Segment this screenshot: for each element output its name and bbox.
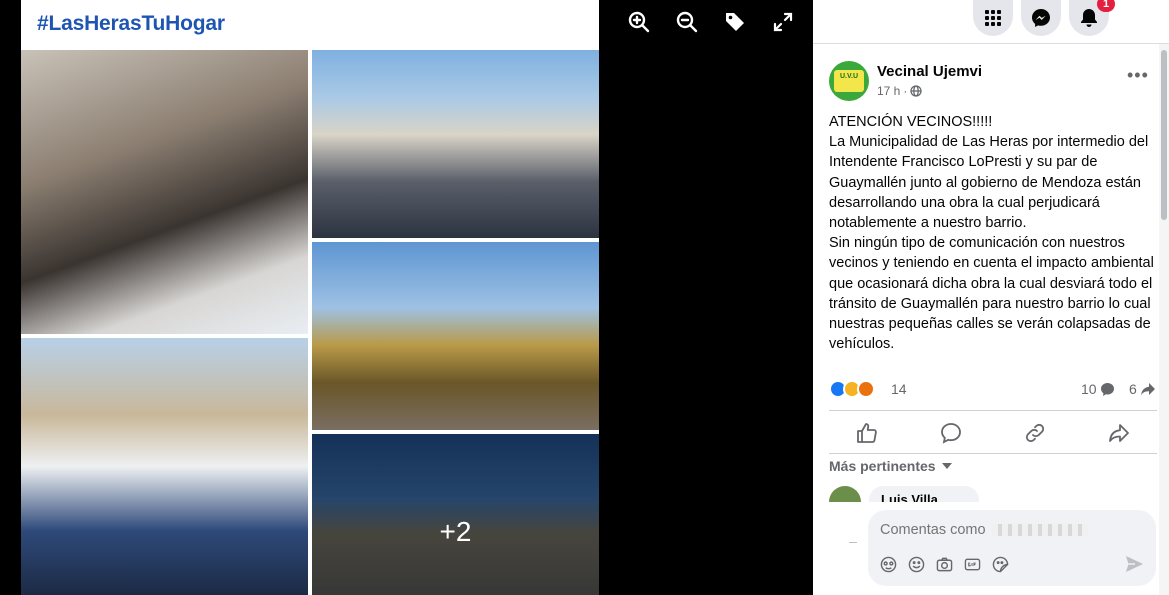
fullscreen-icon[interactable] bbox=[771, 10, 795, 34]
composer-tools bbox=[880, 556, 1009, 573]
photo-tile-backhoe-truck bbox=[312, 242, 599, 430]
avatar-sticker-icon[interactable] bbox=[880, 556, 897, 573]
meta-separator: · bbox=[903, 84, 908, 98]
copy-link-button[interactable] bbox=[1023, 421, 1047, 445]
messenger-icon bbox=[1032, 9, 1050, 27]
post-text: ATENCIÓN VECINOS!!!!! La Municipalidad d… bbox=[829, 114, 1154, 353]
composer-divider bbox=[849, 542, 857, 543]
camera-icon[interactable] bbox=[936, 556, 953, 573]
reactions-bar: 14 10 6 bbox=[829, 378, 1157, 400]
shares-count-value: 6 bbox=[1129, 381, 1137, 397]
commenter-avatar[interactable] bbox=[829, 486, 861, 502]
comment-bubble: Luis Villa bbox=[869, 486, 979, 502]
photo-tile-officials-walking bbox=[21, 338, 308, 595]
share-button[interactable] bbox=[1107, 421, 1131, 445]
comment-icon bbox=[941, 423, 961, 444]
more-photos-count: +2 bbox=[439, 516, 472, 547]
photo-tile-officials-plans bbox=[21, 50, 308, 334]
comment-bubble-icon bbox=[1100, 382, 1114, 396]
comments-count[interactable]: 10 bbox=[1081, 381, 1115, 397]
comments-sort-filter[interactable]: Más pertinentes bbox=[829, 458, 952, 474]
panel-scrollbar[interactable] bbox=[1159, 44, 1169, 595]
avatar-logo-text: U.V.U bbox=[839, 73, 859, 80]
post-author[interactable]: Vecinal Ujemvi bbox=[877, 63, 982, 80]
send-icon[interactable] bbox=[1124, 554, 1144, 574]
post-content: U.V.U Vecinal Ujemvi 17 h · ••• ATENCIÓN… bbox=[813, 44, 1159, 502]
post-photo[interactable]: #LasHerasTuHogar +2 bbox=[21, 0, 599, 595]
bell-icon bbox=[1081, 9, 1097, 27]
zoom-out-icon[interactable] bbox=[675, 10, 699, 34]
caret-down-icon bbox=[941, 463, 952, 469]
gif-icon[interactable] bbox=[964, 556, 981, 573]
commenter-name[interactable]: Luis Villa bbox=[881, 492, 938, 502]
more-options-icon[interactable]: ••• bbox=[1127, 66, 1149, 84]
angry-reaction-icon bbox=[857, 380, 875, 398]
reactions-count[interactable]: 14 bbox=[891, 381, 907, 397]
photo-viewer: #LasHerasTuHogar +2 bbox=[0, 0, 813, 595]
post-side-panel: 1 U.V.U Vecinal Ujemvi 17 h · ••• ATENCI… bbox=[813, 0, 1169, 595]
page-avatar[interactable]: U.V.U bbox=[829, 61, 869, 101]
hashtag-banner: #LasHerasTuHogar bbox=[37, 12, 225, 35]
comment-item: Luis Villa bbox=[829, 486, 979, 502]
comments-sort-label: Más pertinentes bbox=[829, 458, 936, 474]
comment-box[interactable] bbox=[868, 510, 1156, 586]
post-meta: 17 h · bbox=[877, 84, 923, 98]
link-icon bbox=[1025, 423, 1045, 443]
emoji-icon[interactable] bbox=[908, 556, 925, 573]
like-button[interactable] bbox=[855, 421, 879, 445]
shares-count[interactable]: 6 bbox=[1129, 381, 1156, 397]
tag-icon[interactable] bbox=[723, 10, 747, 34]
comments-count-value: 10 bbox=[1081, 381, 1097, 397]
more-photos-overlay bbox=[312, 434, 599, 595]
thumbs-up-icon bbox=[857, 423, 877, 443]
globe-icon[interactable] bbox=[910, 85, 923, 97]
notifications-button[interactable]: 1 bbox=[1069, 0, 1115, 36]
zoom-in-icon[interactable] bbox=[627, 10, 651, 34]
reaction-icons[interactable] bbox=[829, 380, 875, 398]
comment-button[interactable] bbox=[939, 421, 963, 445]
post-time[interactable]: 17 h bbox=[877, 84, 900, 98]
post-actions bbox=[829, 410, 1157, 454]
notification-badge: 1 bbox=[1097, 0, 1115, 12]
messenger-button[interactable] bbox=[1021, 0, 1061, 36]
app: #LasHerasTuHogar +2 1 U.V.U Vecinal Ujem… bbox=[0, 0, 1169, 595]
sticker-icon[interactable] bbox=[992, 556, 1009, 573]
comment-composer bbox=[813, 502, 1159, 595]
share-icon bbox=[1109, 424, 1129, 442]
photo-tile-group-meeting bbox=[312, 50, 599, 238]
top-nav: 1 bbox=[813, 0, 1169, 44]
share-arrow-icon bbox=[1140, 382, 1155, 395]
scrollbar-thumb[interactable] bbox=[1161, 50, 1167, 220]
menu-button[interactable] bbox=[973, 0, 1013, 36]
photo-tile-road-night: +2 bbox=[312, 434, 599, 595]
grid-menu-icon bbox=[985, 10, 1001, 26]
redacted-username bbox=[992, 524, 1088, 536]
